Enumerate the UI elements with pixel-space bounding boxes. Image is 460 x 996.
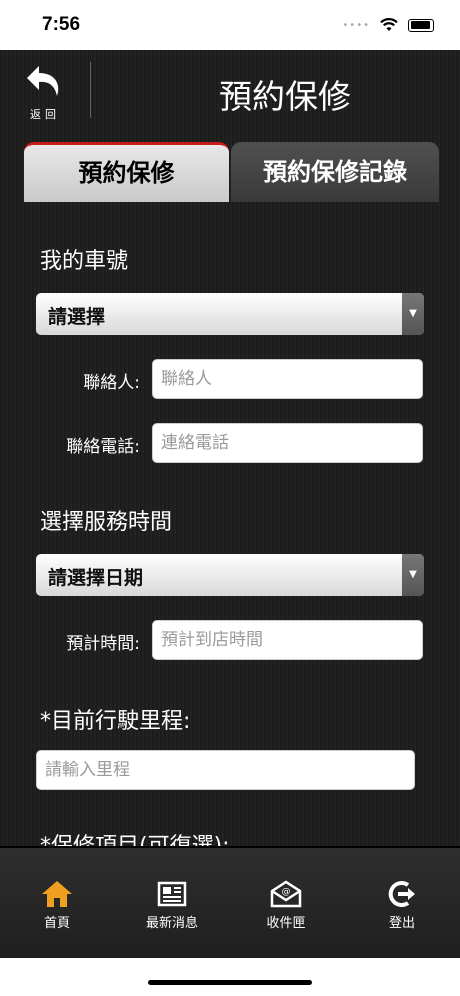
contact-label: 聯絡人:	[83, 373, 140, 393]
home-icon	[42, 881, 72, 907]
date-select[interactable]: 請選擇日期 ▼	[36, 554, 424, 596]
service-items-label: *保修項目(可復選):	[40, 828, 230, 846]
mileage-label: *目前行駛里程:	[40, 709, 191, 734]
car-select-value: 請選擇	[48, 306, 106, 328]
app-screen: 返回 預約保修 預約保修 預約保修記錄 我的車號 請選擇 ▼ 聯絡人: 聯絡電話…	[0, 50, 460, 846]
status-icons: ••••	[342, 18, 434, 32]
home-indicator[interactable]	[148, 980, 312, 985]
back-label: 返回	[30, 108, 60, 121]
status-bar: 7:56 ••••	[0, 0, 460, 50]
back-button[interactable]: 返回	[20, 62, 70, 122]
tab-bar-top: 預約保修 預約保修記錄	[24, 142, 439, 202]
mileage-input[interactable]	[36, 750, 415, 790]
eta-input[interactable]	[152, 620, 423, 660]
back-arrow-icon	[27, 66, 59, 96]
header: 返回 預約保修	[0, 50, 460, 140]
battery-icon	[408, 18, 434, 32]
tabbar-home-label: 首頁	[43, 916, 70, 931]
tabbar-news-label: 最新消息	[145, 916, 198, 931]
car-select[interactable]: 請選擇 ▼	[36, 293, 424, 335]
car-section-label: 我的車號	[40, 249, 129, 274]
tabbar-inbox[interactable]: @ 收件匣	[251, 878, 321, 931]
phone-input[interactable]	[152, 423, 423, 463]
tabbar-logout[interactable]: 登出	[367, 878, 437, 931]
tab-reservation-history[interactable]: 預約保修記錄	[231, 142, 439, 202]
bottom-tab-bar: 首頁 最新消息 @ 收件匣 登出	[0, 846, 460, 960]
contact-input[interactable]	[152, 359, 423, 399]
news-icon	[157, 881, 187, 907]
status-time: 7:56	[42, 14, 81, 35]
tabbar-home[interactable]: 首頁	[22, 878, 92, 931]
page-title: 預約保修	[219, 77, 351, 116]
time-section-label: 選擇服務時間	[40, 510, 173, 535]
signal-icon: ••••	[342, 19, 370, 31]
eta-label: 預計時間:	[66, 634, 140, 654]
home-indicator-area	[0, 958, 460, 996]
svg-text:@: @	[282, 887, 291, 897]
phone-label: 聯絡電話:	[66, 437, 140, 457]
tabbar-news[interactable]: 最新消息	[137, 878, 207, 931]
tabbar-logout-label: 登出	[388, 916, 415, 931]
dropdown-arrow-icon: ▼	[402, 554, 424, 596]
header-divider	[90, 62, 91, 118]
tab-reservation[interactable]: 預約保修	[24, 142, 229, 202]
inbox-icon: @	[270, 880, 302, 908]
logout-icon	[388, 881, 415, 907]
date-select-value: 請選擇日期	[48, 567, 144, 589]
dropdown-arrow-icon: ▼	[402, 293, 424, 335]
wifi-icon	[380, 18, 398, 31]
tabbar-inbox-label: 收件匣	[266, 916, 306, 931]
